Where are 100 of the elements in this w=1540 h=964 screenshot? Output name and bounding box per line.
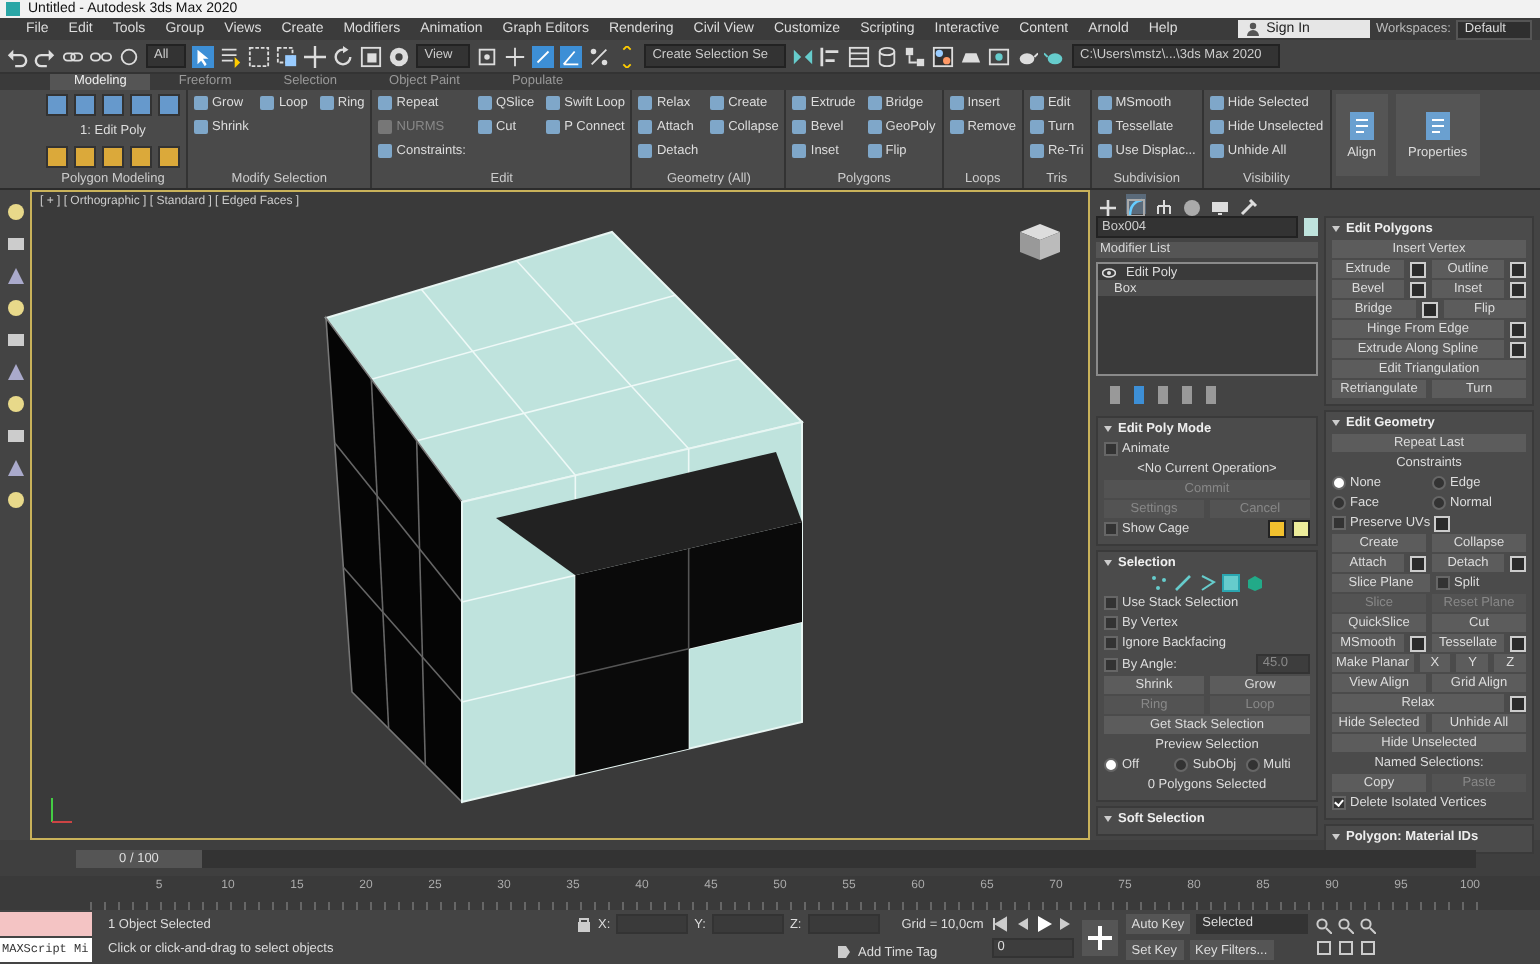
window-crossing-icon[interactable] (276, 45, 299, 67)
rotate-icon[interactable] (332, 45, 355, 67)
settings-button[interactable] (1510, 341, 1526, 357)
color-swatch[interactable] (1268, 520, 1286, 538)
checkbox[interactable] (1332, 516, 1346, 530)
pivot-icon[interactable] (476, 45, 499, 67)
color-swatch[interactable] (1292, 520, 1310, 538)
square-icon[interactable] (130, 94, 152, 116)
viewcube-icon[interactable] (1020, 224, 1060, 260)
square-icon[interactable] (158, 146, 180, 168)
listener-field[interactable] (0, 912, 92, 936)
square-icon[interactable] (102, 94, 124, 116)
settings-button[interactable] (1510, 695, 1526, 711)
tag-icon[interactable] (836, 944, 852, 960)
color-swatch[interactable] (1304, 218, 1318, 236)
square-icon[interactable] (158, 94, 180, 116)
element-icon[interactable] (1246, 574, 1264, 592)
square-icon (638, 96, 653, 110)
settings-button[interactable] (1510, 261, 1526, 277)
square-icon (546, 120, 561, 134)
zoom-icon[interactable] (1338, 918, 1355, 934)
settings-button[interactable] (1510, 321, 1526, 337)
search-icon[interactable] (1316, 918, 1333, 934)
wrench-icon[interactable] (1238, 193, 1258, 213)
app-icon (6, 2, 20, 16)
material-editor-icon[interactable] (932, 45, 955, 67)
collapse-icon[interactable] (1332, 226, 1340, 232)
radio-button[interactable] (1174, 758, 1189, 772)
settings-button[interactable] (1510, 635, 1526, 651)
square-icon (792, 96, 807, 110)
settings-button[interactable] (1410, 635, 1426, 651)
radio-button[interactable] (1432, 496, 1446, 510)
settings-button[interactable] (1410, 555, 1426, 571)
radio-button[interactable] (1332, 476, 1346, 490)
cylinder-icon[interactable] (876, 45, 899, 67)
collapse-icon[interactable] (1332, 420, 1340, 426)
settings-button[interactable] (1434, 515, 1451, 531)
collapse-icon[interactable] (1104, 426, 1112, 432)
render-frame-icon[interactable] (988, 45, 1011, 67)
zoom-icon[interactable] (1360, 918, 1377, 934)
bar-icon[interactable] (1132, 386, 1146, 404)
settings-button[interactable] (1421, 301, 1437, 317)
checkbox[interactable] (1104, 442, 1118, 456)
align-icon[interactable] (820, 45, 843, 67)
square-icon[interactable] (74, 146, 96, 168)
scale-icon[interactable] (360, 45, 383, 67)
settings-button[interactable] (1410, 261, 1426, 277)
collapse-icon[interactable] (1104, 560, 1112, 566)
select-by-name-icon[interactable] (220, 45, 243, 67)
square-icon (1097, 144, 1112, 158)
checkbox[interactable] (1104, 616, 1118, 630)
square-icon (710, 96, 725, 110)
radio-button[interactable] (1432, 476, 1446, 490)
square-icon[interactable] (130, 146, 152, 168)
snap-icon[interactable] (532, 45, 555, 67)
settings-button[interactable] (1510, 281, 1526, 297)
square-icon (477, 96, 492, 110)
checkbox[interactable] (1332, 796, 1346, 810)
eye-icon[interactable] (1102, 267, 1116, 277)
collapse-icon[interactable] (1104, 816, 1112, 822)
settings-button[interactable] (1410, 281, 1426, 297)
layers-icon[interactable] (848, 45, 871, 67)
square-icon (638, 144, 653, 158)
radio-button[interactable] (1104, 758, 1118, 772)
add-key-button[interactable] (1081, 919, 1118, 955)
bend-icon[interactable] (1126, 193, 1146, 213)
redo-icon[interactable] (34, 45, 56, 67)
square-icon (867, 144, 882, 158)
checkbox[interactable] (1104, 657, 1118, 671)
square-icon[interactable] (102, 146, 124, 168)
next-frame-icon[interactable] (1057, 916, 1074, 932)
checkbox[interactable] (1104, 596, 1118, 610)
move-icon[interactable] (304, 45, 327, 67)
select-icon[interactable] (192, 45, 215, 67)
tool-icon (1425, 111, 1450, 139)
play-icon[interactable] (1035, 916, 1052, 932)
radio-button[interactable] (1245, 758, 1260, 772)
checkbox[interactable] (1436, 576, 1450, 590)
square-icon (867, 120, 882, 134)
vertex-icon[interactable] (1150, 574, 1168, 592)
angle-snap-icon[interactable] (560, 45, 583, 67)
square-icon[interactable] (46, 146, 68, 168)
checkbox[interactable] (1104, 636, 1118, 650)
edge-icon[interactable] (1174, 574, 1192, 592)
settings-button[interactable] (1510, 555, 1526, 571)
radio-button[interactable] (1332, 496, 1346, 510)
percent-snap-icon[interactable] (588, 45, 611, 67)
square-icon (638, 120, 653, 134)
square-icon[interactable] (46, 94, 68, 116)
schematic-icon[interactable] (904, 45, 927, 67)
mirror-icon[interactable] (792, 45, 815, 67)
collapse-icon[interactable] (1332, 834, 1340, 840)
border-icon[interactable] (1198, 574, 1216, 592)
marquee-icon[interactable] (248, 45, 271, 67)
undo-icon[interactable] (6, 45, 28, 67)
previous-frame-icon[interactable] (1013, 916, 1030, 932)
square-icon[interactable] (74, 94, 96, 116)
go-to-start-icon[interactable] (991, 916, 1008, 932)
lock-icon[interactable] (576, 916, 592, 932)
checkbox[interactable] (1104, 522, 1118, 536)
